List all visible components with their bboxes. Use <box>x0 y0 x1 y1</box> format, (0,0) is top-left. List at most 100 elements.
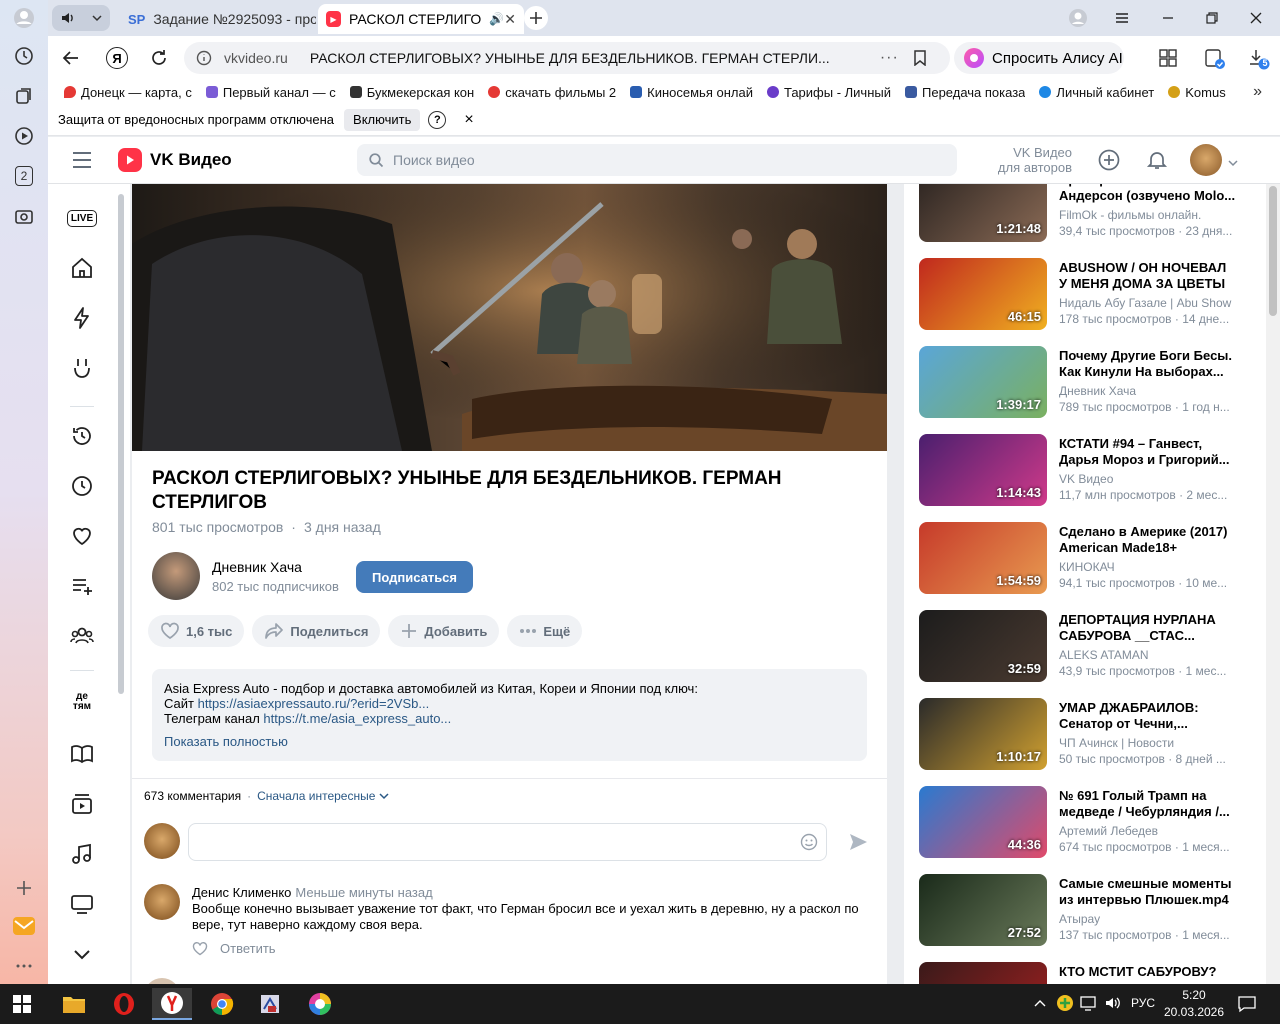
collections-icon[interactable] <box>12 84 36 108</box>
video-author[interactable]: VK Видео <box>1059 472 1237 486</box>
video-thumbnail[interactable]: 1:54:59 <box>919 522 1047 594</box>
mail-icon[interactable] <box>12 914 36 938</box>
share-button[interactable]: Поделиться <box>252 615 381 647</box>
like-button[interactable]: 1,6 тыс <box>148 615 245 647</box>
reload-icon[interactable] <box>150 49 168 70</box>
telegram-link[interactable]: https://t.me/asia_express_auto... <box>263 711 451 726</box>
show-more-link[interactable]: Показать полностью <box>164 734 855 749</box>
color-app-icon[interactable] <box>300 988 340 1020</box>
language-indicator[interactable]: РУС <box>1131 996 1155 1010</box>
video-title[interactable]: КТО МСТИТ САБУРОВУ? <box>1059 964 1237 980</box>
hamburger-icon[interactable] <box>72 151 92 172</box>
speaker-icon[interactable] <box>60 10 76 26</box>
bookmark-item[interactable]: Первый канал — с <box>205 85 336 100</box>
minimize-icon[interactable] <box>1160 10 1176 29</box>
extensions-icon[interactable] <box>1158 48 1178 71</box>
bookmark-item[interactable]: Букмекерская кон <box>349 85 474 100</box>
video-title[interactable]: УМАР ДЖАБРАИЛОВ: Сенатор от Чечни,... <box>1059 700 1237 732</box>
heart-icon[interactable] <box>68 522 96 550</box>
video-title[interactable]: КСТАТИ #94 – Ганвест, Дарья Мороз и Григ… <box>1059 436 1237 468</box>
channel-name[interactable]: Дневник Хача <box>212 559 302 575</box>
music-icon[interactable] <box>68 840 96 868</box>
video-author[interactable]: Артемий Лебедев <box>1059 824 1237 838</box>
history-icon[interactable] <box>68 422 96 450</box>
tabs-count-icon[interactable]: 2 <box>12 164 36 188</box>
tab-close-icon[interactable]: ✕ <box>504 11 516 28</box>
add-panel-icon[interactable] <box>12 876 36 900</box>
video-thumbnail[interactable]: 46:15 <box>919 258 1047 330</box>
new-tab-button[interactable] <box>524 6 548 30</box>
file-explorer-icon[interactable] <box>54 988 94 1020</box>
bookmark-item[interactable]: Передача показа <box>905 85 1025 100</box>
profile-icon[interactable] <box>12 6 36 30</box>
site-info-icon[interactable] <box>196 50 212 66</box>
page-scrollbar[interactable] <box>1266 184 1280 984</box>
recommended-video[interactable]: 1:39:17 Почему Другие Боги Бесы. Как Кину… <box>919 346 1249 420</box>
video-title[interactable]: Проверка Памела Андерсон (озвучено Molo.… <box>1059 184 1237 204</box>
downloads-icon[interactable]: 5 <box>1248 48 1270 73</box>
nav-scrollbar[interactable] <box>118 194 124 694</box>
comment-input[interactable] <box>188 823 827 861</box>
channel-avatar[interactable] <box>152 552 200 600</box>
more-dots-icon[interactable]: ··· <box>880 49 899 67</box>
recommended-video[interactable]: КТО МСТИТ САБУРОВУ? <box>919 962 1249 984</box>
heart-icon[interactable] <box>192 941 208 956</box>
chevron-down-icon[interactable] <box>91 12 103 24</box>
alice-button[interactable]: Спросить Алису AI <box>954 42 1124 74</box>
more-bookmarks-icon[interactable]: » <box>1253 83 1262 101</box>
video-thumbnail[interactable] <box>919 962 1047 984</box>
bookmark-icon[interactable] <box>913 50 927 66</box>
video-thumbnail[interactable]: 32:59 <box>919 610 1047 682</box>
video-title[interactable]: № 691 Голый Трамп на медведе / Чебурлянд… <box>1059 788 1237 820</box>
watch-later-icon[interactable] <box>68 472 96 500</box>
back-icon[interactable] <box>62 49 80 70</box>
chevron-down-icon[interactable] <box>379 792 389 800</box>
bookmark-item[interactable]: Тарифы - Личный <box>766 85 891 100</box>
enable-protection-button[interactable]: Включить <box>344 108 421 131</box>
video-author[interactable]: КИНОКАЧ <box>1059 560 1237 574</box>
video-thumbnail[interactable]: 1:14:43 <box>919 434 1047 506</box>
url-field[interactable]: vkvideo.ru РАСКОЛ СТЕРЛИГОВЫХ? УНЫНЬЕ ДЛ… <box>184 42 950 74</box>
more-button[interactable]: Ещё <box>507 615 583 647</box>
start-icon[interactable] <box>2 988 42 1020</box>
lightning-icon[interactable] <box>68 304 96 332</box>
yandex-icon[interactable]: Я <box>106 47 128 69</box>
tab-audio-icon[interactable]: 🔊 <box>489 12 504 26</box>
video-title[interactable]: ABUSHOW / ОН НОЧЕВАЛ У МЕНЯ ДОМА ЗА ЦВЕТ… <box>1059 260 1237 292</box>
restore-icon[interactable] <box>1204 10 1220 29</box>
add-button[interactable]: Добавить <box>388 615 500 647</box>
video-thumbnail[interactable]: 1:21:48 <box>919 184 1047 242</box>
shows-icon[interactable] <box>68 790 96 818</box>
reply-button[interactable]: Ответить <box>220 941 276 956</box>
history-icon[interactable] <box>12 44 36 68</box>
recommended-video[interactable]: 32:59 ДЕПОРТАЦИЯ НУРЛАНА САБУРОВА __СТАС.… <box>919 610 1249 684</box>
clips-icon[interactable] <box>68 354 96 382</box>
account-icon[interactable] <box>1068 8 1088 31</box>
tray-chevron-up-icon[interactable] <box>1034 996 1046 1011</box>
notification-center-icon[interactable] <box>1238 995 1256 1016</box>
comment-author[interactable]: Денис Клименко <box>192 885 291 900</box>
home-icon[interactable] <box>68 254 96 282</box>
tab-active[interactable]: ▶ РАСКОЛ СТЕРЛИГО 🔊 ✕ <box>318 4 524 34</box>
yandex-browser-icon[interactable] <box>152 988 192 1020</box>
video-author[interactable]: ALEKS ATAMAN <box>1059 648 1237 662</box>
video-author[interactable]: FilmOk - фильмы онлайн. <box>1059 208 1237 222</box>
bookmark-item[interactable]: скачать фильмы 2 <box>488 85 616 100</box>
help-icon[interactable]: ? <box>428 110 447 129</box>
scrollbar-thumb[interactable] <box>1269 186 1277 316</box>
video-title[interactable]: Почему Другие Боги Бесы. Как Кинули На в… <box>1059 348 1237 380</box>
kids-icon[interactable]: де тям <box>68 688 96 716</box>
bookmark-item[interactable]: Киносемья онлай <box>630 85 753 100</box>
opera-icon[interactable] <box>104 988 144 1020</box>
network-icon[interactable] <box>1080 995 1098 1014</box>
book-icon[interactable] <box>68 740 96 768</box>
tab-inactive[interactable]: SP Задание №2925093 - про <box>120 4 316 34</box>
bookmark-item[interactable]: Komus <box>1168 85 1226 100</box>
live-icon[interactable]: LIVE <box>66 204 98 232</box>
video-author[interactable]: Дневник Хача <box>1059 384 1237 398</box>
close-warning-icon[interactable]: × <box>464 111 473 129</box>
bookmark-item[interactable]: Донецк — карта, с <box>64 85 192 100</box>
video-thumbnail[interactable]: 27:52 <box>919 874 1047 946</box>
video-player[interactable] <box>132 184 887 451</box>
video-title[interactable]: Самые смешные моменты из интервью Плюшек… <box>1059 876 1237 908</box>
